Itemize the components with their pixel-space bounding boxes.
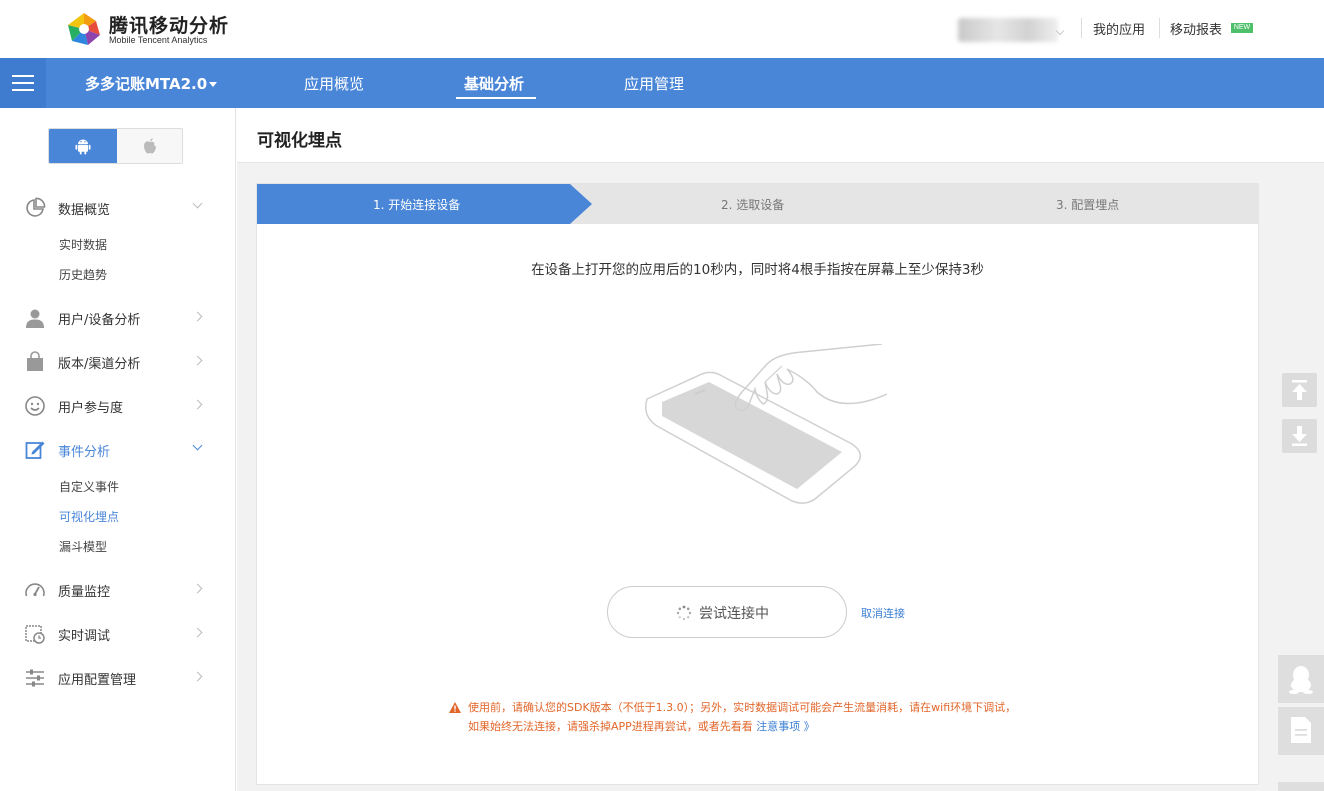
- sidebar-item-label: 应用配置管理: [58, 673, 137, 688]
- new-badge: NEW: [1231, 23, 1253, 33]
- nav-tab-basic-analysis[interactable]: 基础分析: [464, 73, 524, 94]
- sidebar-sub-realtime-data[interactable]: 实时数据: [59, 236, 107, 253]
- arrow-down-to-bottom-icon: [1292, 426, 1307, 446]
- sidebar-item-label: 质量监控: [58, 585, 111, 600]
- sidebar-sub-visual-tracking[interactable]: 可视化埋点: [59, 508, 119, 525]
- sidebar-item-label: 用户/设备分析: [58, 313, 141, 328]
- mobile-reports-link[interactable]: 移动报表: [1170, 19, 1222, 38]
- phone-touch-illustration: [645, 344, 887, 504]
- scroll-bottom-button[interactable]: [1282, 419, 1317, 453]
- sidebar-item-quality-monitor[interactable]: 质量监控: [0, 572, 236, 608]
- document-icon: [1291, 717, 1311, 743]
- warning-icon: [449, 702, 461, 713]
- chevron-right-icon: [192, 355, 203, 366]
- sidebar-item-realtime-debug[interactable]: 实时调试: [0, 616, 236, 652]
- apple-icon: [144, 138, 156, 154]
- user-icon: [26, 309, 44, 328]
- sidebar-item-user-device[interactable]: 用户/设备分析: [0, 300, 236, 336]
- loading-spinner-icon: [676, 605, 692, 621]
- try-connect-button[interactable]: 尝试连接中: [607, 586, 847, 638]
- sidebar-sub-history-trend[interactable]: 历史趋势: [59, 266, 107, 283]
- pie-chart-icon: [26, 197, 46, 217]
- hamburger-menu-icon[interactable]: [0, 58, 46, 108]
- feedback-button[interactable]: [1278, 707, 1324, 755]
- sidebar-item-event-analysis[interactable]: 事件分析: [0, 432, 236, 468]
- nav-tab-overview[interactable]: 应用概览: [304, 73, 364, 94]
- divider: [1081, 18, 1082, 38]
- logo-title: 腾讯移动分析: [109, 15, 230, 37]
- page-header: 可视化埋点: [237, 108, 1324, 163]
- step-3-label: 3. 配置埋点: [1056, 198, 1120, 212]
- notes-link[interactable]: 注意事项 》: [756, 720, 815, 733]
- qq-support-button[interactable]: [1278, 655, 1324, 703]
- sidebar-item-label: 事件分析: [58, 445, 111, 460]
- mta-logo-icon[interactable]: [66, 11, 102, 47]
- smile-icon: [25, 396, 45, 416]
- chevron-right-icon: [192, 311, 203, 322]
- sidebar-item-label: 数据概览: [58, 203, 111, 218]
- android-icon: [75, 139, 91, 155]
- sidebar-item-data-overview[interactable]: 数据概览: [0, 190, 236, 226]
- nav-tab-app-management[interactable]: 应用管理: [624, 73, 684, 94]
- chevron-down-icon: [192, 440, 203, 451]
- wizard-panel: 1. 开始连接设备 2. 选取设备 3. 配置埋点 在设备上打开您的应用后的10…: [256, 183, 1259, 785]
- sidebar-sub-custom-event[interactable]: 自定义事件: [59, 478, 119, 495]
- try-connect-label: 尝试连接中: [699, 606, 769, 622]
- float-button-partial[interactable]: [1278, 782, 1324, 791]
- my-apps-link[interactable]: 我的应用: [1093, 19, 1145, 38]
- sidebar-item-app-config[interactable]: 应用配置管理: [0, 660, 236, 696]
- sidebar-item-label: 实时调试: [58, 629, 111, 644]
- sidebar-item-engagement[interactable]: 用户参与度: [0, 388, 236, 424]
- main-nav: 多多记账MTA2.0 应用概览 基础分析 应用管理: [0, 58, 1324, 108]
- warning-text-line1: 使用前，请确认您的SDK版本（不低于1.3.0）；另外，实时数据调试可能会产生流…: [468, 701, 1017, 714]
- active-tab-indicator: [456, 97, 536, 99]
- chevron-right-icon: [192, 583, 203, 594]
- caret-down-icon[interactable]: [209, 82, 217, 87]
- scroll-top-button[interactable]: [1282, 373, 1317, 407]
- user-account-name[interactable]: [958, 18, 1058, 42]
- top-header: 腾讯移动分析 Mobile Tencent Analytics 我的应用 移动报…: [0, 0, 1324, 58]
- android-tab[interactable]: [49, 129, 117, 163]
- warning-text-line2: 如果始终无法连接，请强杀掉APP进程再尝试，或者先看看 注意事项 》: [468, 718, 815, 734]
- cancel-connect-link[interactable]: 取消连接: [861, 605, 905, 621]
- sidebar-sub-funnel-model[interactable]: 漏斗模型: [59, 538, 107, 555]
- ios-tab[interactable]: [117, 129, 182, 163]
- chevron-down-icon: [192, 198, 203, 209]
- instruction-text: 在设备上打开您的应用后的10秒内，同时将4根手指按在屏幕上至少保持3秒: [531, 262, 984, 278]
- os-toggle: [48, 128, 183, 164]
- wizard-steps: 1. 开始连接设备 2. 选取设备 3. 配置埋点: [257, 184, 1258, 224]
- sidebar-item-version-channel[interactable]: 版本/渠道分析: [0, 344, 236, 380]
- edit-icon: [25, 441, 45, 459]
- sidebar: 数据概览 实时数据 历史趋势 用户/设备分析 版本/渠道分析 用户参与度 事件分…: [0, 108, 236, 791]
- page-title: 可视化埋点: [257, 131, 342, 151]
- chevron-right-icon: [192, 627, 203, 638]
- chevron-right-icon: [192, 399, 203, 410]
- logo-subtitle: Mobile Tencent Analytics: [109, 35, 208, 45]
- bag-icon: [27, 351, 43, 371]
- divider: [1159, 18, 1160, 38]
- step-2-label: 2. 选取设备: [721, 198, 785, 212]
- sliders-icon: [26, 669, 44, 687]
- penguin-icon: [1289, 666, 1313, 694]
- sidebar-item-label: 版本/渠道分析: [58, 357, 141, 372]
- chevron-right-icon: [192, 671, 203, 682]
- calendar-clock-icon: [25, 625, 45, 644]
- arrow-up-to-top-icon: [1292, 380, 1307, 400]
- main-content: 可视化埋点 1. 开始连接设备 2. 选取设备 3. 配置埋点 在设备上打开您的…: [237, 108, 1324, 791]
- app-selector[interactable]: 多多记账MTA2.0: [85, 73, 207, 94]
- gauge-icon: [25, 583, 45, 597]
- step-1-label: 1. 开始连接设备: [373, 198, 461, 212]
- warning-text: 如果始终无法连接，请强杀掉APP进程再尝试，或者先看看: [468, 720, 753, 733]
- sidebar-item-label: 用户参与度: [58, 401, 124, 416]
